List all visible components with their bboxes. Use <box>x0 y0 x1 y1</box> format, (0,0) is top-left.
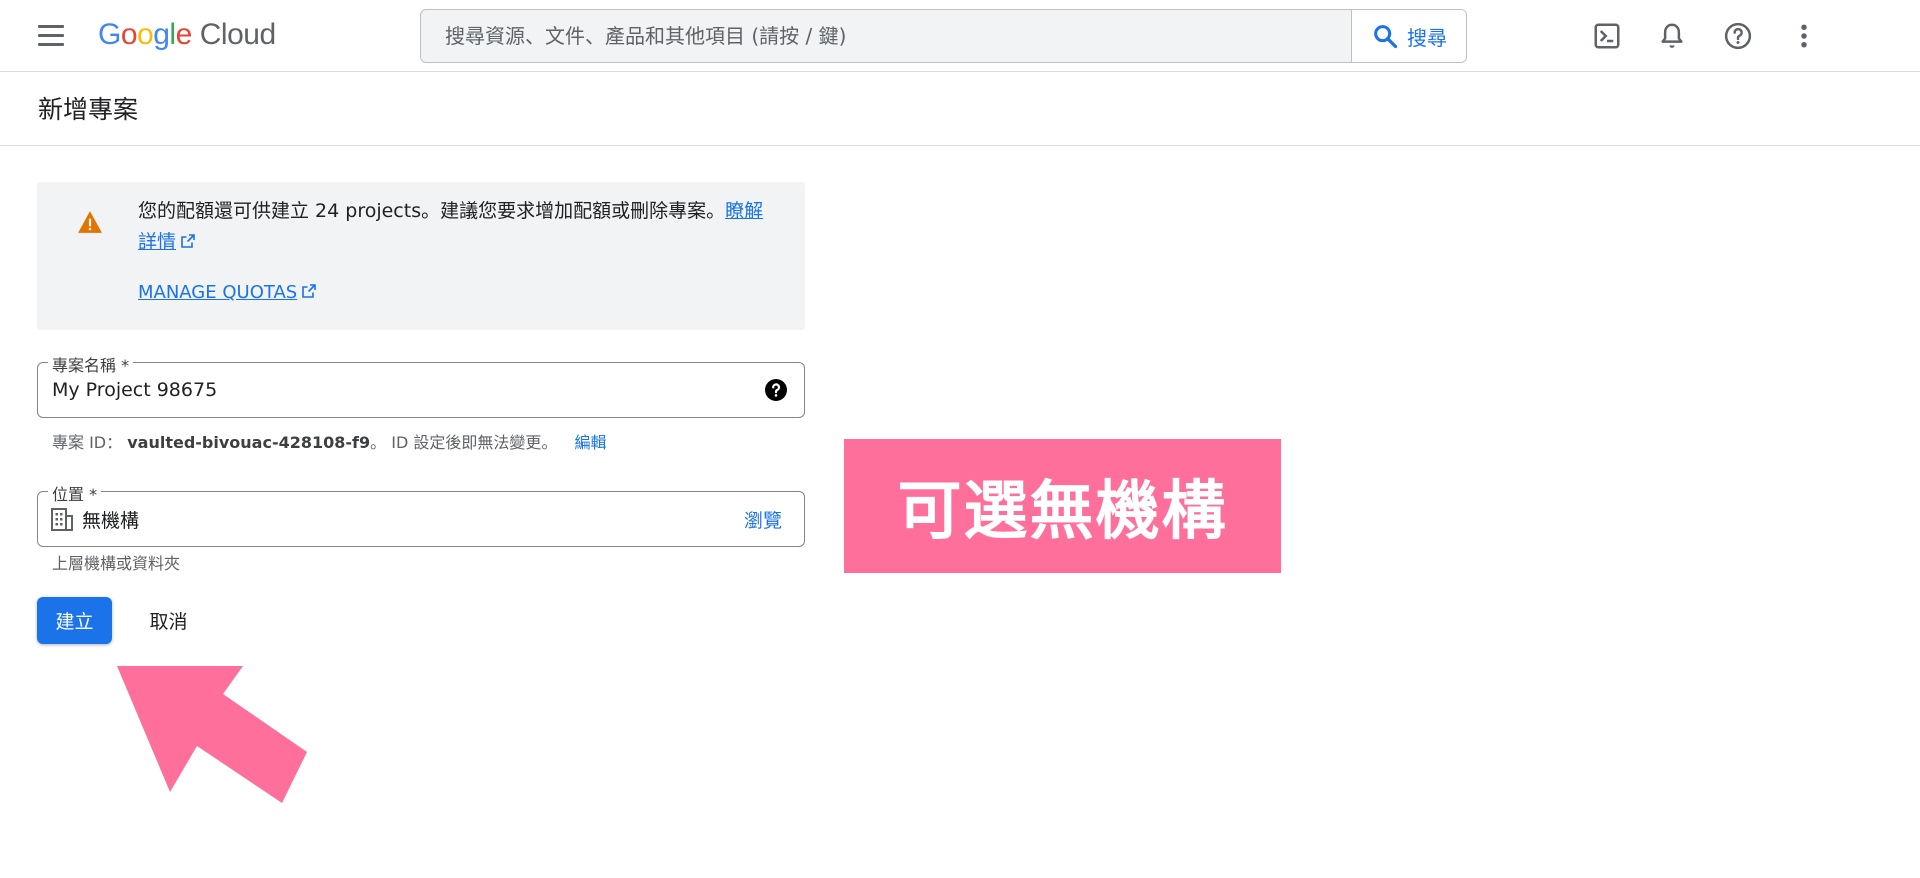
help-icon[interactable] <box>1720 18 1756 54</box>
project-name-field: 專案名稱 * <box>37 352 805 418</box>
external-link-icon <box>302 284 317 298</box>
search-icon <box>1374 25 1398 49</box>
menu-icon[interactable] <box>30 18 70 54</box>
google-cloud-logo[interactable]: Google Cloud <box>98 15 276 55</box>
top-app-bar: Google Cloud 搜尋 <box>0 0 1920 72</box>
project-id-value: vaulted-bivouac-428108-f9 <box>127 433 371 452</box>
project-name-input[interactable] <box>52 363 732 417</box>
cancel-button[interactable]: 取消 <box>136 597 201 644</box>
search-button-label: 搜尋 <box>1407 25 1447 50</box>
manage-quotas-link[interactable]: MANAGE QUOTAS <box>138 282 317 303</box>
browse-button[interactable]: 瀏覽 <box>744 492 782 546</box>
terminal-icon[interactable] <box>1589 18 1625 54</box>
page-title: 新增專案 <box>38 95 139 124</box>
project-id-note: 。 ID 設定後即無法變更。 <box>370 433 558 452</box>
bell-icon[interactable] <box>1654 18 1690 54</box>
more-vert-icon[interactable] <box>1786 18 1822 54</box>
organization-icon <box>51 508 73 531</box>
logo-cloud-text: Cloud <box>199 18 276 51</box>
search-bar: 搜尋 <box>420 9 1467 63</box>
quota-warning-banner: 您的配額還可供建立 24 projects。建議您要求增加配額或刪除專案。瞭解詳… <box>37 182 805 330</box>
annotation-arrow-icon <box>117 666 307 803</box>
project-id-prefix: 專案 ID： <box>52 433 123 452</box>
project-id-hint: 專案 ID： vaulted-bivouac-428108-f9。 ID 設定後… <box>52 429 606 453</box>
page-header: 新增專案 <box>0 72 1920 146</box>
quota-message-text: 您的配額還可供建立 24 projects。建議您要求增加配額或刪除專案。 <box>138 200 726 222</box>
annotation-callout: 可選無機構 <box>844 439 1281 573</box>
location-field[interactable]: 位置 * 無機構 瀏覽 <box>37 481 805 547</box>
location-hint: 上層機構或資料夾 <box>52 554 181 573</box>
warning-icon <box>78 211 102 233</box>
search-input[interactable] <box>421 10 1351 62</box>
location-value: 無機構 <box>82 509 140 532</box>
create-button[interactable]: 建立 <box>37 597 112 644</box>
edit-project-id-link[interactable]: 編輯 <box>574 433 606 452</box>
search-button[interactable]: 搜尋 <box>1351 10 1466 62</box>
quota-message: 您的配額還可供建立 24 projects。建議您要求增加配額或刪除專案。瞭解詳… <box>138 196 778 258</box>
external-link-icon <box>181 234 195 248</box>
help-circle-icon[interactable] <box>764 378 788 402</box>
